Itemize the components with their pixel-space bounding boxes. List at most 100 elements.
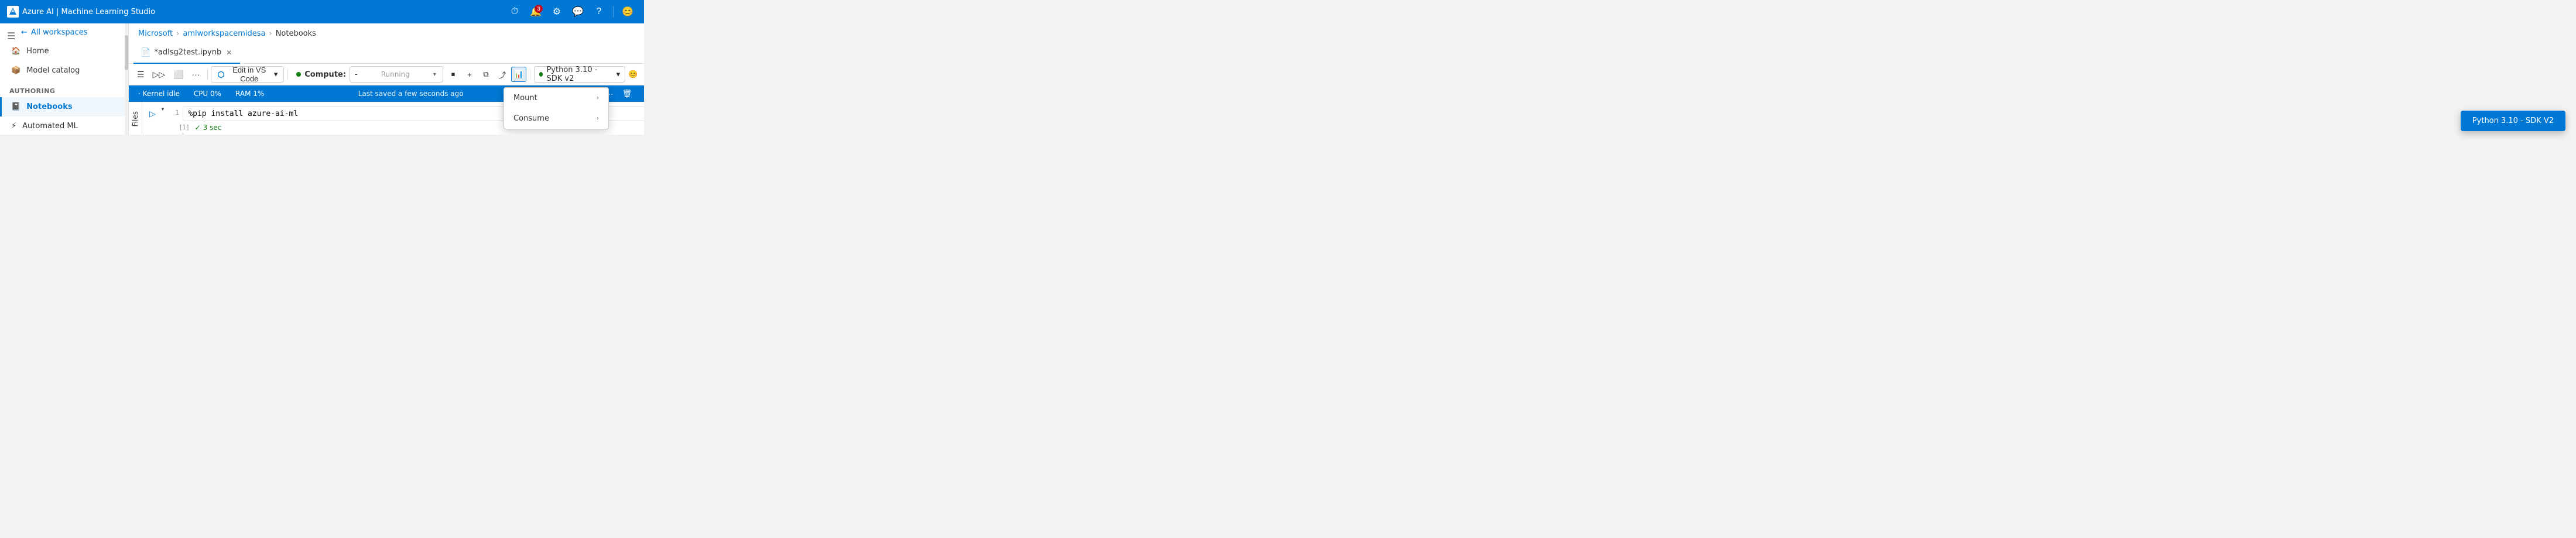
mount-label: Mount (513, 94, 537, 102)
cell-action-delete[interactable]: 🗑 (619, 86, 635, 101)
ram-status: RAM 1% (235, 90, 264, 98)
cell-run-button[interactable]: ▷ (147, 107, 158, 121)
authoring-section-label: Authoring (0, 80, 128, 97)
notification-badge: 3 (535, 5, 543, 13)
back-label: All workspaces (31, 28, 88, 37)
cell-output: Requirement already satisfied: azure-ai-… (182, 133, 644, 135)
topbar-icons: ⏱ 🔔 3 ⚙ 💬 ? 😊 (505, 2, 637, 21)
cell-duration: 3 sec (203, 124, 222, 132)
notifications-button[interactable]: 🔔 3 (526, 2, 545, 21)
status-right: Last saved a few seconds ago (358, 90, 464, 98)
kernel-status-text: · Kernel idle (138, 90, 180, 98)
settings-button[interactable]: ⚙ (547, 2, 566, 21)
consume-label: Consume (513, 114, 549, 123)
dropdown-item-mount[interactable]: Mount › (504, 88, 608, 108)
cell-success-indicator: ✓ 3 sec (193, 122, 222, 132)
compute-section: Compute: - Running ▾ (296, 66, 443, 83)
dropdown-item-consume[interactable]: Consume › (504, 108, 608, 129)
breadcrumb-workspace[interactable]: amlworkspacemidesa (183, 29, 265, 38)
data-button[interactable]: 📊 (511, 67, 526, 82)
stop-kernel-button[interactable]: ⏹ (446, 67, 461, 82)
more-icon: ··· (192, 70, 200, 79)
sidebar-toggle-button[interactable]: ☰ (5, 28, 18, 44)
content-area: Microsoft › amlworkspacemidesa › Noteboo… (129, 23, 644, 135)
kernel-dropdown-menu: Mount › Consume › (503, 87, 609, 129)
topbar-divider (613, 6, 614, 18)
compute-label: Compute: (304, 70, 346, 79)
run-all-button[interactable]: ▷▷ (149, 66, 169, 83)
sidebar-item-notebooks[interactable]: 📓 Notebooks (0, 97, 128, 116)
checkmark-icon: ✓ (195, 124, 201, 132)
automated-ml-icon: ⚡ (11, 122, 16, 131)
history-button[interactable]: ⏱ (505, 2, 524, 21)
sidebar-item-label-model-catalog: Model catalog (26, 66, 80, 75)
tab-close-button[interactable]: ✕ (225, 47, 233, 58)
kernel-selector[interactable]: Python 3.10 - SDK v2 ▾ (534, 66, 625, 83)
mount-submenu[interactable]: Python 3.10 - SDK V2 (2461, 111, 2565, 131)
cell-run-down-arrow[interactable]: ▾ (162, 107, 165, 112)
files-label[interactable]: Files (129, 107, 142, 131)
back-arrow-icon: ← (21, 28, 28, 37)
sidebar-back-button[interactable]: ← All workspaces (0, 23, 128, 39)
add-cell-button[interactable]: + (462, 67, 477, 82)
sidebar-item-label-automated-ml: Automated ML (22, 122, 78, 131)
notebook-toolbar: ☰ ▷▷ ⬜ ··· ⬡ Edit in VS Code ▾ Compute: (129, 64, 644, 85)
share-button[interactable]: ⤴ (495, 67, 510, 82)
user-button[interactable]: 😊 (618, 2, 637, 21)
consume-arrow-icon: › (597, 115, 599, 122)
sidebar-nav: 🏠 Home 📦 Model catalog Authoring 📓 Noteb… (0, 42, 128, 136)
app-logo: Azure AI | Machine Learning Studio (7, 6, 155, 18)
stop-square-icon: ⬜ (173, 70, 183, 80)
compute-status-dot (296, 72, 301, 77)
sidebar-item-automated-ml[interactable]: ⚡ Automated ML (0, 116, 128, 136)
compute-name: - (355, 70, 358, 79)
cell-bracket: [1] (180, 124, 189, 131)
help-button[interactable]: ? (590, 2, 608, 21)
feedback-button[interactable]: 💬 (568, 2, 587, 21)
sidebar-item-model-catalog[interactable]: 📦 Model catalog (0, 61, 128, 80)
toolbar-right-icons: ⏹ + ⧉ ⤴ 📊 (446, 67, 526, 82)
main-layout: ☰ ← All workspaces 🏠 Home 📦 Model catalo… (0, 23, 644, 135)
hamburger-icon: ☰ (137, 70, 145, 80)
compute-status-text: Running (381, 70, 410, 78)
hamburger-button[interactable]: ☰ (133, 66, 148, 83)
cell-run-down: ▾ (162, 107, 165, 112)
user-avatar-button[interactable]: 😊 (626, 67, 639, 82)
sidebar: ☰ ← All workspaces 🏠 Home 📦 Model catalo… (0, 23, 129, 135)
status-left: · Kernel idle CPU 0% RAM 1% (138, 90, 264, 98)
stop-button[interactable]: ⬜ (170, 66, 187, 83)
compute-dropdown[interactable]: - Running ▾ (350, 66, 443, 83)
top-bar: Azure AI | Machine Learning Studio ⏱ 🔔 3… (0, 0, 644, 23)
cell-code: %pip install azure-ai-ml (188, 109, 298, 118)
sidebar-item-home[interactable]: 🏠 Home (0, 42, 128, 61)
mount-submenu-label: Python 3.10 - SDK V2 (2472, 116, 2554, 125)
more-options-button[interactable]: ··· (189, 66, 204, 83)
cpu-status: CPU 0% (194, 90, 221, 98)
model-catalog-icon: 📦 (11, 66, 20, 75)
tab-icon: 📄 (141, 48, 150, 57)
run-all-icon: ▷▷ (153, 70, 166, 80)
files-panel: Files (129, 102, 142, 135)
edit-vscode-chevron: ▾ (274, 70, 278, 79)
tabs-bar: 📄 *adlsg2test.ipynb ✕ (129, 43, 644, 64)
breadcrumb-microsoft[interactable]: Microsoft (138, 29, 173, 38)
mount-arrow-icon: › (597, 95, 599, 101)
vscode-icon: ⬡ (217, 70, 224, 80)
breadcrumb-sep-1: › (176, 29, 179, 38)
home-icon: 🏠 (11, 47, 20, 56)
azure-icon (7, 6, 19, 18)
kernel-status-dot (539, 72, 543, 77)
kernel-dropdown-arrow: ▾ (616, 70, 621, 79)
tab-label: *adlsg2test.ipynb (154, 48, 221, 57)
sidebar-scrollbar (125, 23, 128, 135)
toolbar-divider-1 (207, 68, 208, 80)
breadcrumb-sep-2: › (269, 29, 272, 38)
app-title: Azure AI | Machine Learning Studio (22, 8, 155, 16)
sidebar-item-label-home: Home (26, 47, 49, 56)
sidebar-scroll-thumb (125, 35, 128, 70)
breadcrumb: Microsoft › amlworkspacemidesa › Noteboo… (129, 23, 644, 43)
clone-button[interactable]: ⧉ (478, 67, 494, 82)
notebooks-icon: 📓 (11, 102, 20, 111)
edit-vscode-button[interactable]: ⬡ Edit in VS Code ▾ (211, 66, 284, 83)
notebook-tab[interactable]: 📄 *adlsg2test.ipynb ✕ (133, 43, 240, 64)
